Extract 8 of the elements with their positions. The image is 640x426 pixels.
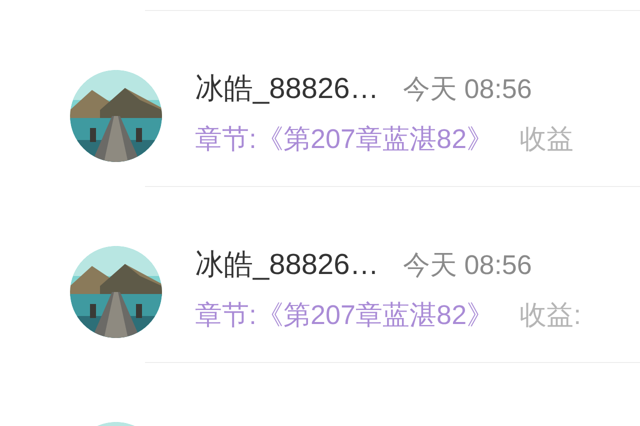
timestamp: 今天 08:56 xyxy=(402,73,532,106)
user-name: 冰皓_88826… xyxy=(195,72,379,107)
timestamp: 今天 08:56 xyxy=(402,249,532,282)
chapter-link[interactable]: 章节:《第207章蓝湛82》 xyxy=(195,297,494,333)
income-label: 收益: xyxy=(520,299,582,332)
income-label: 收益 xyxy=(520,123,574,156)
user-name: 冰皓_88826… xyxy=(195,248,379,283)
chapter-link[interactable]: 章节:《第207章蓝湛82》 xyxy=(195,121,494,157)
